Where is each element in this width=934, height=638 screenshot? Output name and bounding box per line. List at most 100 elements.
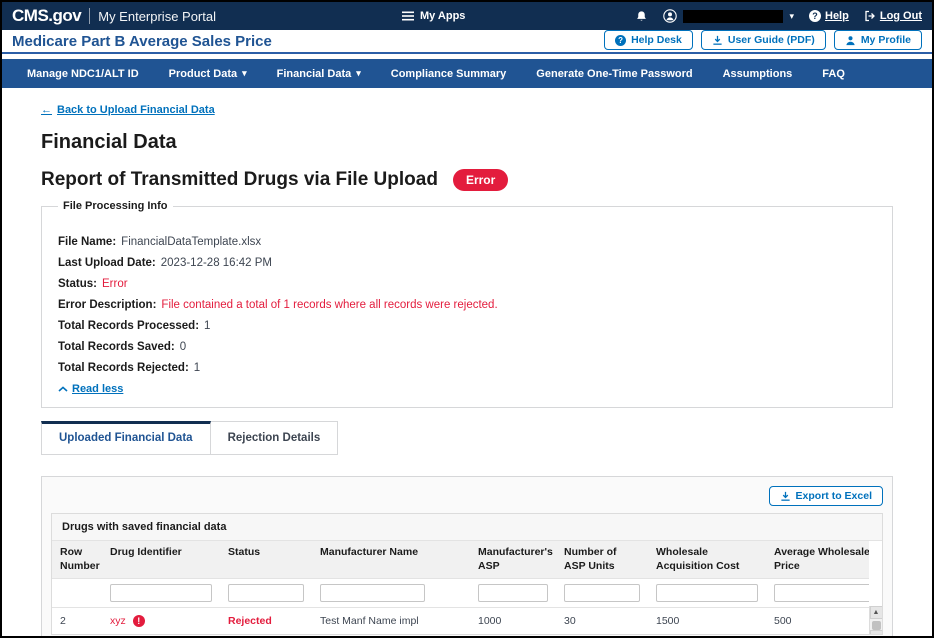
scroll-down-button[interactable]: ▼	[870, 630, 883, 635]
table-caption: Drugs with saved financial data	[52, 514, 882, 541]
field-value: 0	[180, 341, 186, 353]
download-icon	[780, 491, 791, 502]
filter-wac-input[interactable]	[656, 584, 758, 602]
field-label: Total Records Processed:	[58, 320, 199, 332]
filter-manufacturer-name-input[interactable]	[320, 584, 425, 602]
topbar-right: ▾ ? Help Log Out	[635, 9, 922, 23]
upload-date-field: Last Upload Date:2023-12-28 16:42 PM	[58, 253, 876, 274]
field-value: File contained a total of 1 records wher…	[161, 299, 497, 311]
nav-faq[interactable]: FAQ	[807, 68, 860, 80]
read-less-label: Read less	[72, 383, 123, 395]
filter-status-input[interactable]	[228, 584, 304, 602]
field-value: Error	[102, 278, 128, 290]
panel-toolbar: Export to Excel	[51, 486, 883, 506]
col-status: Status	[220, 541, 312, 579]
notifications-bell-icon[interactable]	[635, 10, 648, 23]
scroll-thumb[interactable]	[872, 621, 881, 630]
results-panel: Export to Excel Drugs with saved financi…	[41, 476, 893, 638]
nav-label: Assumptions	[723, 68, 793, 80]
my-apps-menu[interactable]: My Apps	[402, 10, 465, 22]
field-label: Total Records Rejected:	[58, 362, 189, 374]
nav-compliance-summary[interactable]: Compliance Summary	[376, 68, 522, 80]
my-apps-label: My Apps	[420, 10, 465, 22]
nav-financial-data[interactable]: Financial Data▾	[262, 68, 376, 80]
question-icon: ?	[615, 35, 626, 46]
chevron-up-icon	[58, 386, 68, 392]
download-icon	[712, 35, 723, 46]
status-field: Status: Error	[58, 274, 876, 295]
cell-status: Rejected	[220, 608, 312, 635]
nav-label: FAQ	[822, 68, 845, 80]
topbar: CMS.gov My Enterprise Portal My Apps ▾ ?	[2, 2, 932, 30]
filter-row	[52, 579, 869, 608]
cell-drug-identifier: xyz!	[102, 608, 220, 635]
field-value: 1	[194, 362, 200, 374]
table-scroll-area: Row Number Drug Identifier Status Manufa…	[52, 541, 869, 634]
col-manufacturer-name: Manufacturer Name	[312, 541, 470, 579]
my-profile-button[interactable]: My Profile	[834, 30, 922, 50]
field-label: Status:	[58, 278, 97, 290]
nav-product-data[interactable]: Product Data ▾	[154, 68, 262, 80]
tab-rejection-details[interactable]: Rejection Details	[211, 421, 339, 455]
read-less-link[interactable]: Read less	[58, 383, 123, 395]
logout-icon	[864, 10, 876, 22]
nav-label: Manage NDC1/ALT ID	[27, 68, 139, 80]
chevron-down-icon: ▾	[242, 68, 247, 79]
cell-manufacturers-asp: 1000	[470, 608, 556, 635]
error-status-badge: Error	[453, 169, 508, 191]
col-awp: Average Wholesale Price	[766, 541, 869, 579]
chevron-down-icon: ▾	[356, 68, 361, 79]
chevron-down-icon: ▾	[789, 12, 794, 21]
cell-awp: 500	[766, 608, 869, 635]
logout-link[interactable]: Log Out	[864, 10, 922, 22]
nav-label: Generate One-Time Password	[536, 68, 692, 80]
scroll-up-button[interactable]: ▲	[870, 606, 883, 619]
records-saved-field: Total Records Saved: 0	[58, 337, 876, 358]
field-label: Error Description:	[58, 299, 156, 311]
nav-generate-otp[interactable]: Generate One-Time Password	[521, 68, 707, 80]
filter-empty	[52, 579, 102, 608]
user-menu[interactable]: ▾	[663, 9, 794, 23]
file-processing-info: File Processing Info File Name:Financial…	[41, 200, 893, 408]
table-vertical-scrollbar[interactable]: ▲ ▼	[869, 606, 882, 634]
user-guide-button[interactable]: User Guide (PDF)	[701, 30, 826, 50]
filter-drug-identifier-input[interactable]	[110, 584, 212, 602]
filter-awp-input[interactable]	[774, 584, 869, 602]
help-desk-button[interactable]: ? Help Desk	[604, 30, 693, 50]
main-content: ← Back to Upload Financial Data Financia…	[2, 88, 932, 638]
back-link-label: Back to Upload Financial Data	[57, 104, 215, 116]
cell-wac: 1500	[648, 608, 766, 635]
records-processed-field: Total Records Processed: 1	[58, 316, 876, 337]
cell-asp-units: 30	[556, 608, 648, 635]
nav-label: Product Data	[169, 68, 237, 80]
brand: CMS.gov My Enterprise Portal	[12, 6, 216, 26]
filter-asp-units-input[interactable]	[564, 584, 640, 602]
my-profile-label: My Profile	[861, 34, 911, 46]
error-exclamation-icon[interactable]: !	[133, 615, 145, 627]
field-value: 1	[204, 320, 210, 332]
left-arrow-icon: ←	[41, 104, 52, 116]
cms-logo[interactable]: CMS.gov	[12, 6, 81, 26]
app-title: Medicare Part B Average Sales Price	[12, 34, 272, 50]
nav-label: Compliance Summary	[391, 68, 507, 80]
nav-assumptions[interactable]: Assumptions	[708, 68, 808, 80]
records-rejected-field: Total Records Rejected: 1	[58, 358, 876, 379]
field-value: FinancialDataTemplate.xlsx	[121, 236, 261, 248]
export-to-excel-button[interactable]: Export to Excel	[769, 486, 883, 506]
file-name-field: File Name:FinancialDataTemplate.xlsx	[58, 232, 876, 253]
col-asp-units: Number of ASP Units	[556, 541, 648, 579]
field-label: Total Records Saved:	[58, 341, 175, 353]
user-avatar-icon	[663, 9, 677, 23]
tab-uploaded-financial-data[interactable]: Uploaded Financial Data	[41, 421, 211, 455]
filter-manufacturers-asp-input[interactable]	[478, 584, 548, 602]
nav-manage-ndc1-alt-id[interactable]: Manage NDC1/ALT ID	[12, 68, 154, 80]
file-info-legend: File Processing Info	[58, 200, 173, 212]
financial-data-table: Row Number Drug Identifier Status Manufa…	[52, 541, 869, 634]
export-label: Export to Excel	[796, 490, 872, 502]
back-link[interactable]: ← Back to Upload Financial Data	[41, 104, 215, 116]
help-link[interactable]: ? Help	[809, 10, 849, 22]
main-nav: Manage NDC1/ALT ID Product Data ▾ Financi…	[2, 59, 932, 88]
question-icon: ?	[809, 10, 821, 22]
app-bar: Medicare Part B Average Sales Price ? He…	[2, 30, 932, 54]
field-label: Last Upload Date:	[58, 257, 156, 269]
